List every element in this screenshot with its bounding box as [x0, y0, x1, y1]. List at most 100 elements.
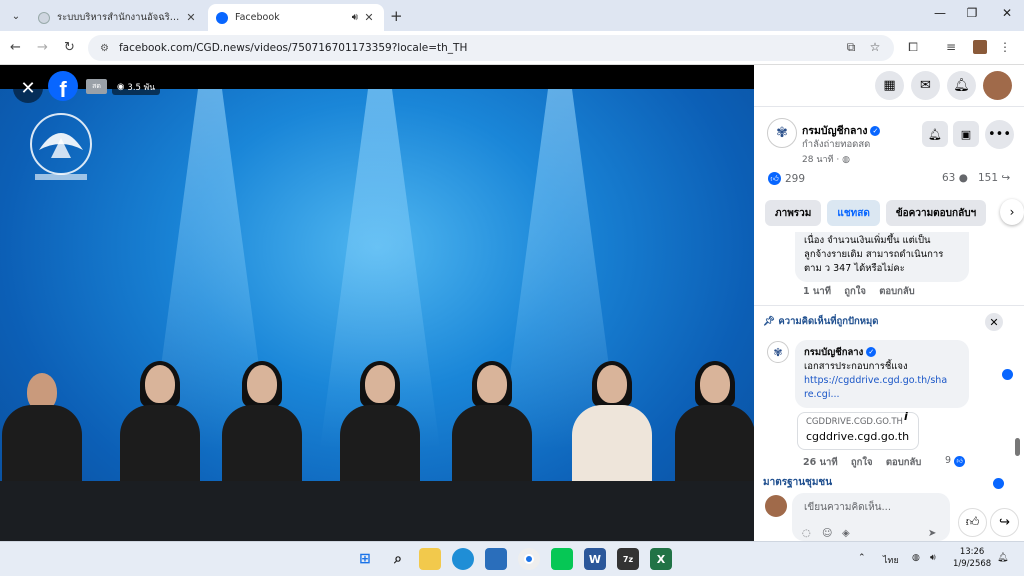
- file-explorer-icon[interactable]: [419, 548, 441, 570]
- search-icon[interactable]: ⌕: [387, 548, 409, 570]
- close-icon[interactable]: ✕: [13, 73, 43, 103]
- scrollbar-thumb[interactable]: [1015, 438, 1020, 456]
- extensions-icon[interactable]: ⧠: [905, 40, 921, 55]
- post-time[interactable]: 28 นาที · ◍: [802, 152, 850, 166]
- my-avatar[interactable]: [765, 495, 787, 517]
- edge-icon[interactable]: [452, 548, 474, 570]
- comment-input[interactable]: เขียนความคิดเห็น... ◌ ☺ ◈ ➤: [792, 493, 950, 541]
- send-icon[interactable]: ➤: [928, 528, 936, 539]
- divider: [754, 305, 1024, 306]
- like-button-icon[interactable]: 👍︎: [958, 508, 987, 537]
- follow-bell-icon[interactable]: 🔔︎: [922, 121, 948, 147]
- pinned-text: เอกสารประกอบการชี้แจง: [804, 361, 908, 372]
- presenter: [340, 361, 420, 485]
- account-avatar[interactable]: [983, 71, 1012, 100]
- comment-time[interactable]: 1 นาที: [803, 286, 831, 297]
- like-reaction-icon: [1002, 369, 1013, 380]
- view-count: ◉ 3.5 พัน: [112, 79, 161, 95]
- messenger-icon[interactable]: ✉: [911, 71, 940, 100]
- close-tab-icon[interactable]: ✕: [362, 11, 376, 24]
- chevron-right-icon[interactable]: ›: [1000, 199, 1024, 225]
- like-reaction-icon: [993, 478, 1004, 489]
- tab-facebook[interactable]: Facebook 🔊︎ ✕: [208, 4, 384, 31]
- store-icon[interactable]: [485, 548, 507, 570]
- link-preview-card[interactable]: CGDDRIVE.CGD.GO.TH cgddrive.cgd.go.th: [797, 412, 919, 450]
- chevron-up-icon[interactable]: ⌃: [858, 553, 866, 563]
- close-tab-icon[interactable]: ✕: [184, 11, 198, 24]
- close-icon[interactable]: ✕: [985, 313, 1003, 331]
- start-windows-icon[interactable]: ⊞: [354, 548, 376, 570]
- tab-replies[interactable]: ข้อความตอบกลับฯ: [885, 200, 987, 226]
- menu-grid-icon[interactable]: ▦: [875, 71, 904, 100]
- info-icon[interactable]: i: [904, 410, 908, 423]
- pinned-reply-link[interactable]: ตอบกลับ: [886, 457, 922, 468]
- emoji-icon[interactable]: ☺: [822, 528, 832, 539]
- pinned-author-avatar[interactable]: ✾: [767, 341, 789, 363]
- view-count-text: 3.5 พัน: [127, 83, 156, 93]
- save-icon[interactable]: ▣: [953, 121, 979, 147]
- pinned-author-text[interactable]: กรมบัญชีกลาง: [804, 347, 863, 358]
- input-language[interactable]: ไทย: [883, 553, 899, 567]
- reaction-summary[interactable]: 👍︎ 299: [768, 172, 805, 185]
- line-icon[interactable]: [551, 548, 573, 570]
- pinned-like-count[interactable]: 9 👍︎: [945, 455, 969, 467]
- community-standards-label[interactable]: มาตรฐานชุมชน: [763, 475, 832, 490]
- notifications-bell-icon[interactable]: 🔔︎: [947, 71, 976, 100]
- minimize-icon[interactable]: —: [930, 6, 950, 20]
- new-tab-button[interactable]: +: [390, 7, 403, 25]
- pinned-header: 📌︎ ความคิดเห็นที่ถูกปักหมุด: [763, 314, 878, 329]
- comment-count[interactable]: 63 ●: [942, 172, 968, 184]
- comment-reply-link[interactable]: ตอบกลับ: [879, 286, 915, 297]
- back-icon[interactable]: ←: [10, 40, 21, 55]
- page-name-text[interactable]: กรมบัญชีกลาง: [802, 125, 867, 137]
- eye-icon: ◉: [117, 82, 125, 92]
- tab-search-button[interactable]: ⌄: [6, 6, 26, 26]
- comment-line: ตาม ว 347 ได้หรือไม่คะ: [804, 263, 905, 274]
- pinned-author[interactable]: กรมบัญชีกลาง ✓: [804, 346, 960, 360]
- facebook-logo-icon[interactable]: f: [48, 71, 78, 101]
- url-text: facebook.com/CGD.news/videos/75071670117…: [118, 42, 468, 54]
- tab-overview[interactable]: ภาพรวม: [765, 200, 822, 226]
- system-clock[interactable]: 13:26 1/9/2568: [953, 546, 991, 570]
- globe-icon: ◍: [842, 155, 850, 165]
- site-info-icon[interactable]: ⚙: [100, 43, 109, 54]
- profile-avatar[interactable]: [973, 40, 987, 54]
- live-status: กำลังถ่ายทอดสด: [802, 139, 871, 150]
- volume-icon[interactable]: 🔊︎: [930, 553, 936, 563]
- speaker-icon[interactable]: 🔊︎: [352, 12, 358, 23]
- pinned-link[interactable]: https://cgddrive.cgd.go.th/sha: [804, 374, 960, 388]
- notification-bell-icon[interactable]: 🔔︎: [997, 553, 1008, 563]
- pinned-link-cont[interactable]: re.cgi...: [804, 388, 960, 402]
- excel-icon[interactable]: X: [650, 548, 672, 570]
- share-button-icon[interactable]: ↪: [990, 508, 1019, 537]
- verified-icon: ✓: [866, 347, 877, 357]
- sticker-icon[interactable]: ◌: [802, 528, 811, 539]
- link-host: cgddrive.cgd.go.th: [806, 430, 910, 443]
- word-icon[interactable]: W: [584, 548, 606, 570]
- tab-live-chat[interactable]: แชทสด: [827, 200, 880, 226]
- install-app-icon[interactable]: ⧉: [843, 40, 859, 55]
- pinned-time[interactable]: 26 นาที: [803, 457, 838, 468]
- restore-icon[interactable]: ❐: [962, 6, 982, 20]
- post-time-text[interactable]: 28 นาที ·: [802, 155, 839, 165]
- reload-icon[interactable]: ↻: [64, 40, 75, 55]
- pinned-like-link[interactable]: ถูกใจ: [851, 457, 873, 468]
- media-control-icon[interactable]: ≡: [943, 40, 959, 54]
- globe-icon: [38, 11, 50, 24]
- page-avatar[interactable]: ✾: [767, 118, 797, 148]
- close-window-icon[interactable]: ✕: [997, 6, 1017, 20]
- 7zip-icon[interactable]: 7z: [617, 548, 639, 570]
- facebook-icon: [216, 11, 228, 24]
- chrome-icon[interactable]: [518, 548, 540, 570]
- menu-icon[interactable]: ⋮: [997, 40, 1013, 54]
- more-options-icon[interactable]: •••: [985, 120, 1014, 149]
- share-count[interactable]: 151 ↪: [978, 172, 1010, 184]
- gif-icon[interactable]: ◈: [842, 528, 850, 539]
- address-bar[interactable]: ⚙ facebook.com/CGD.news/videos/750716701…: [88, 35, 894, 61]
- tab-inactive[interactable]: ระบบบริหารสำนักงานอัจฉริยะ | เข้าสู่ ✕: [30, 4, 206, 31]
- bookmark-star-icon[interactable]: ☆: [867, 40, 883, 54]
- comment-like-link[interactable]: ถูกใจ: [844, 286, 866, 297]
- network-icon[interactable]: ◍: [912, 553, 920, 563]
- forward-icon[interactable]: →: [37, 40, 48, 55]
- pinned-meta: 26 นาที ถูกใจ ตอบกลับ: [803, 455, 921, 470]
